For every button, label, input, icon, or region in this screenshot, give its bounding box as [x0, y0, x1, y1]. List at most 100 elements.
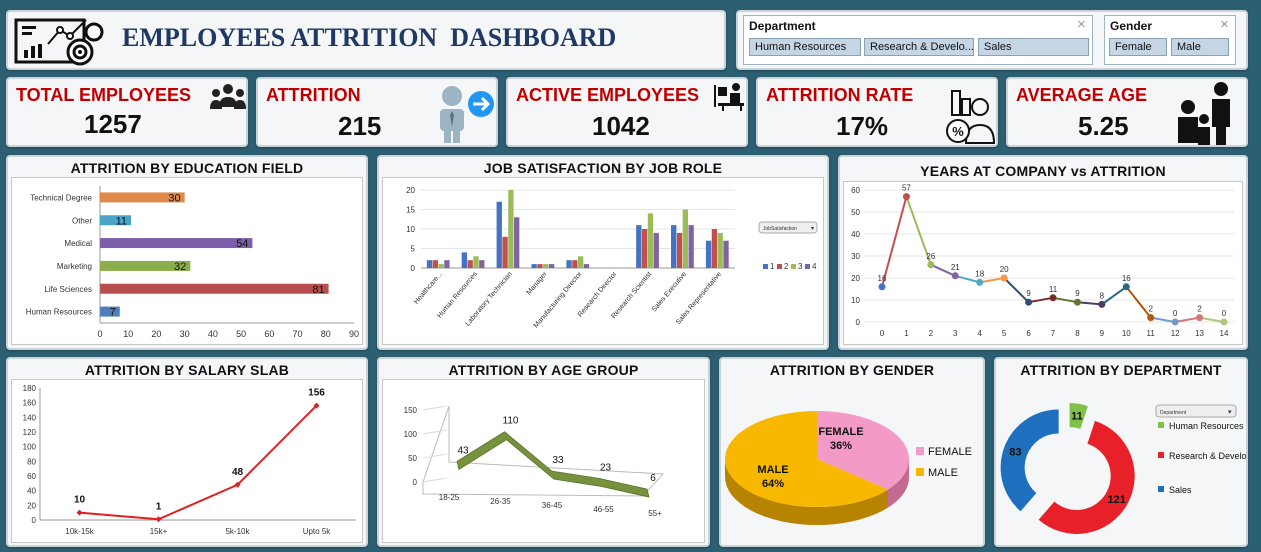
- bar: [682, 209, 688, 268]
- bar: [723, 240, 729, 268]
- header-card: EMPLOYEES ATTRITION DASHBOARD: [6, 10, 726, 70]
- data-point: [1073, 298, 1081, 306]
- kpi-value: 5.25: [1078, 111, 1129, 141]
- gender-slicer-item-male[interactable]: Male: [1171, 38, 1229, 56]
- clear-filter-icon[interactable]: ✕: [1077, 18, 1086, 31]
- legend-label: FEMALE: [928, 446, 972, 458]
- x-tick-label: 1: [904, 329, 909, 338]
- chevron-down-icon: ▾: [811, 226, 814, 232]
- y-tick-label: 60: [27, 472, 36, 481]
- filter-label: JobSatisfaction: [763, 226, 797, 232]
- x-tick-label: Manager: [526, 270, 550, 296]
- data-label: 9: [1026, 289, 1031, 298]
- years-at-company-chart: 01020304050600 1 2 3 4 5 6 7 8 9 10 11 12 13 141657262…: [851, 184, 1234, 338]
- donut-slice: [1000, 409, 1059, 512]
- employee-at-desk-icon: [714, 83, 744, 111]
- x-tick-label: 6: [1026, 329, 1031, 338]
- kpi-label: ACTIVE EMPLOYEES: [516, 85, 700, 105]
- chart-title: ATTRITION BY DEPARTMENT: [1020, 362, 1222, 378]
- legend-swatch: [1158, 486, 1164, 492]
- data-label: 1: [156, 501, 162, 512]
- gridline: [422, 453, 448, 459]
- data-label: 0: [1173, 309, 1178, 318]
- department-slicer-item-human-resources[interactable]: Human Resources: [749, 38, 861, 56]
- kpi-value: 215: [338, 111, 382, 141]
- data-label: 16: [878, 274, 887, 283]
- bar: [444, 260, 450, 268]
- bar: [432, 260, 438, 268]
- y-tick-label: 40: [27, 487, 36, 496]
- x-tick-label: 60: [264, 329, 274, 339]
- y-tick-label: Life Sciences: [44, 285, 92, 294]
- bar: [688, 225, 694, 268]
- chart-title: ATTRITION BY GENDER: [769, 362, 935, 378]
- salary-slab-chart: 0 20 40 60 80 100 120 140 160 180 10k-15k 15k+ 5k-10…: [23, 384, 356, 536]
- gender-slicer-item-female[interactable]: Female: [1109, 38, 1167, 56]
- data-label: 6: [650, 473, 656, 484]
- kpi-attrition: ATTRITION 215: [256, 77, 498, 147]
- bar: [641, 229, 648, 268]
- y-tick-label: 20: [851, 274, 860, 283]
- education-field-chart: 0 10 20 30 40 50 60 70 80 90 Technical Degree 30 Oth…: [26, 186, 359, 339]
- x-tick-label: 90: [349, 329, 359, 339]
- legend-label: Research & Development: [1169, 451, 1246, 461]
- x-tick-label: 2: [929, 329, 934, 338]
- age-group-panel: ATTRITION BY AGE GROUP 0 50 100 150 18-25 26-…: [377, 357, 710, 547]
- bar: [531, 264, 537, 268]
- bar: [100, 283, 329, 294]
- slicer-container: Department ✕ Human Resources Research & …: [736, 10, 1248, 70]
- data-label: 8: [1100, 291, 1105, 300]
- bar: [566, 260, 572, 268]
- x-tick-label: Sales Executive: [651, 271, 688, 314]
- gender-slicer-title: Gender: [1110, 19, 1153, 33]
- legend-label: 2: [784, 262, 789, 271]
- bar: [717, 232, 723, 268]
- bar: [636, 225, 642, 268]
- department-slicer-item-research[interactable]: Research & Develo...: [864, 38, 974, 56]
- x-tick-label: Healthcare...: [413, 271, 444, 306]
- y-tick-label: Medical: [64, 239, 92, 248]
- education-field-panel: ATTRITION BY EDUCATION FIELD 0 10 20 30 40 50…: [6, 155, 368, 350]
- data-point: [1122, 283, 1130, 291]
- kpi-value: 1257: [84, 109, 142, 139]
- x-tick-label: 12: [1171, 329, 1180, 338]
- y-tick-label: Marketing: [57, 262, 92, 271]
- data-label: 20: [1000, 265, 1009, 274]
- data-label: 0: [1222, 309, 1227, 318]
- x-tick-label: 15k+: [150, 527, 168, 536]
- bar: [583, 264, 590, 268]
- data-point: [1171, 318, 1179, 326]
- data-label: 121: [1107, 494, 1125, 506]
- series-line: [1077, 301, 1102, 306]
- job-satisfaction-chart: 05101520Healthcare...Human ResourcesLabo…: [406, 186, 818, 330]
- legend-label: 3: [798, 262, 803, 271]
- bar: [467, 260, 473, 268]
- data-point: [155, 516, 162, 523]
- series-line: [979, 277, 1005, 284]
- family-silhouette-icon: [1178, 82, 1230, 145]
- data-label: 23: [600, 462, 612, 473]
- gridline: [422, 429, 448, 435]
- data-label: FEMALE: [818, 426, 863, 438]
- y-tick-label: 0: [413, 478, 418, 487]
- y-tick-label: 10: [406, 225, 415, 234]
- kpi-label: ATTRITION: [266, 85, 361, 105]
- chart-title: YEARS AT COMPANY vs ATTRITION: [920, 163, 1166, 179]
- x-tick-label: Upto 5k: [303, 527, 332, 536]
- clear-filter-icon[interactable]: ✕: [1220, 18, 1229, 31]
- data-label: 83: [1009, 446, 1021, 458]
- x-tick-label: 3: [953, 329, 958, 338]
- department-chart: 11 121 83 Department ▾ Human Resources Researc…: [1000, 403, 1246, 534]
- series-line: [1174, 316, 1200, 323]
- gridline: [422, 405, 448, 411]
- y-tick-label: 20: [406, 186, 415, 195]
- department-slicer-item-sales[interactable]: Sales: [978, 38, 1089, 56]
- y-tick-label: 120: [23, 428, 37, 437]
- data-point: [976, 278, 984, 286]
- legend-label: 1: [770, 262, 775, 271]
- dashboard-analytics-icon: [14, 18, 104, 66]
- data-label: 33: [552, 455, 564, 466]
- chevron-down-icon: ▾: [1228, 409, 1232, 416]
- department-slicer-title: Department: [749, 19, 816, 33]
- x-tick-label: 5: [1002, 329, 1007, 338]
